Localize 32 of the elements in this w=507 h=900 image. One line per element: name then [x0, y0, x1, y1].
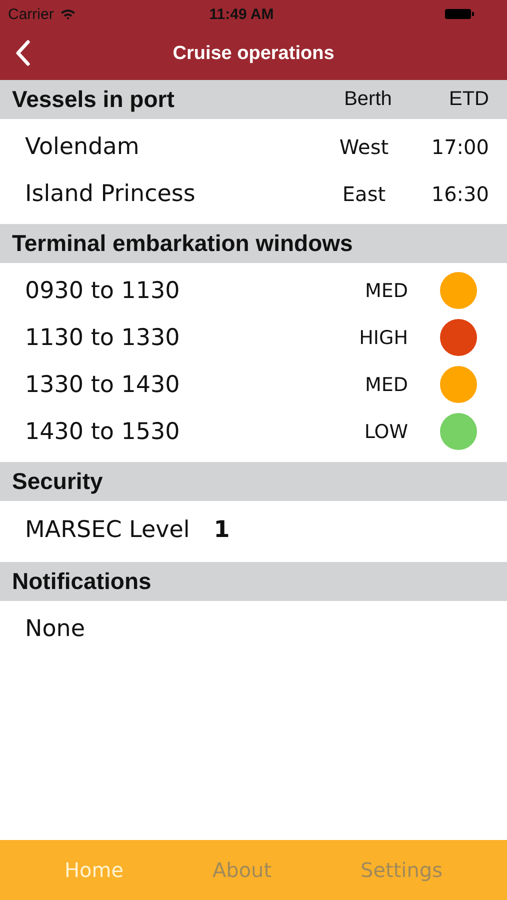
back-icon[interactable] — [15, 40, 31, 66]
section-title: Terminal embarkation windows — [12, 230, 354, 257]
time-window: 1130 to 1330 — [25, 324, 352, 350]
berth-cell-text: West — [338, 134, 390, 158]
status-label: HIGH — [358, 326, 409, 350]
time-window: 1330 to 1430 — [25, 372, 357, 398]
nav-title: Cruise operations — [172, 43, 334, 65]
wifi-icon — [60, 8, 76, 20]
status-label: MED — [364, 278, 409, 304]
battery-icon — [444, 8, 475, 20]
time-window: 1430 to 1530 — [25, 418, 356, 444]
etd-cell-text: 16:30 — [430, 182, 489, 206]
tab[interactable]: About — [202, 852, 282, 888]
section-title: Notifications — [12, 568, 152, 595]
time-window: 0930 to 1130 — [25, 278, 357, 304]
status-time: 11:49 AM — [209, 6, 274, 22]
status-label: LOW — [363, 420, 409, 444]
section-title: Vessels in port — [12, 86, 176, 113]
vessel-name: Island Princess — [25, 180, 196, 206]
security-value: 1 — [214, 517, 230, 543]
column-header: ETD — [448, 88, 489, 111]
tab[interactable]: Home — [54, 852, 134, 888]
etd-cell-text: 17:00 — [430, 134, 489, 158]
security-label: MARSEC Level — [25, 517, 190, 543]
tab[interactable]: Settings — [350, 852, 453, 888]
vessel-name: Volendam — [25, 134, 140, 160]
section-title: Security — [12, 468, 104, 495]
notification-text: None — [25, 616, 86, 642]
status-label: MED — [364, 372, 409, 398]
carrier-label: Carrier — [8, 6, 54, 22]
column-header: Berth — [343, 88, 393, 111]
berth-cell-text: East — [341, 182, 387, 206]
